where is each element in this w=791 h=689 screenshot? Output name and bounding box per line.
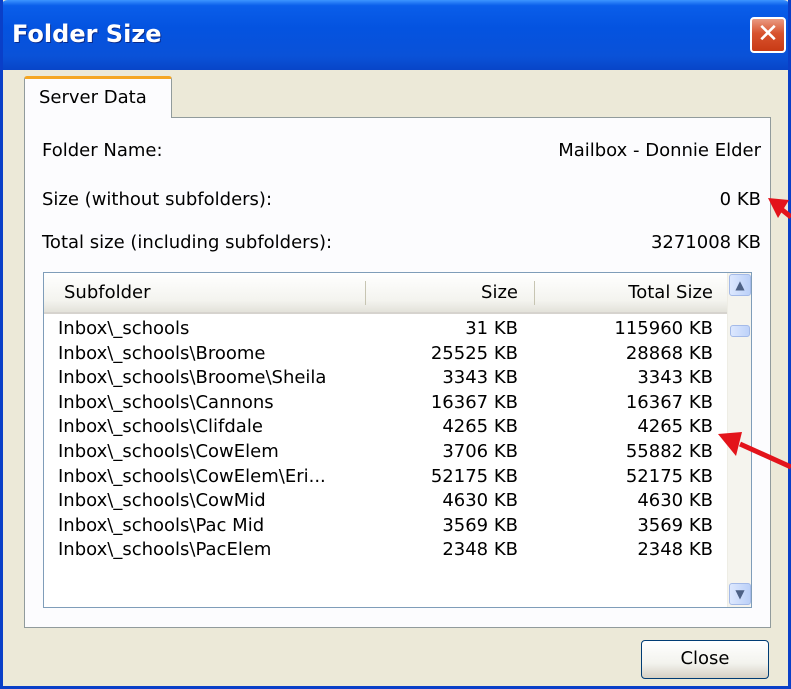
size-cell: 2348 KB bbox=[442, 539, 518, 561]
size-cell: 3706 KB bbox=[442, 440, 518, 462]
folder-name-label: Folder Name: bbox=[42, 140, 163, 161]
column-header-total-size[interactable]: Total Size bbox=[628, 273, 713, 312]
tab-server-data[interactable]: Server Data bbox=[24, 76, 172, 118]
table-row[interactable]: Inbox\_schools\Broome\Sheila 3343 KB 3343 … bbox=[44, 366, 727, 391]
subfolder-cell: Inbox\_schools\Cannons bbox=[58, 391, 274, 413]
table-row[interactable]: Inbox\_schools\CowElem\Eri... 52175 KB 521… bbox=[44, 465, 727, 490]
size-cell: 3569 KB bbox=[442, 514, 518, 536]
column-header-subfolder[interactable]: Subfolder bbox=[64, 273, 151, 312]
size-cell: 52175 KB bbox=[430, 465, 518, 487]
close-button[interactable]: Close bbox=[641, 640, 769, 679]
size-cell: 25525 KB bbox=[430, 342, 518, 364]
total-size-cell: 16367 KB bbox=[625, 391, 713, 413]
list-rows: Inbox\_schools 31 KB 115960 KB Inbox\_schoo… bbox=[44, 317, 727, 563]
size-cell: 4265 KB bbox=[442, 416, 518, 438]
size-cell: 16367 KB bbox=[430, 391, 518, 413]
subfolder-cell: Inbox\_schools\Broome\Sheila bbox=[58, 367, 327, 389]
subfolder-cell: Inbox\_schools\Broome bbox=[58, 342, 266, 364]
total-size-cell: 2348 KB bbox=[637, 539, 713, 561]
size-value: 0 KB bbox=[719, 189, 761, 210]
subfolder-cell: Inbox\_schools\CowElem\Eri... bbox=[58, 465, 326, 487]
subfolder-cell: Inbox\_schools\CowMid bbox=[58, 490, 266, 512]
table-row[interactable]: Inbox\_schools 31 KB 115960 KB bbox=[44, 317, 727, 342]
size-cell: 4630 KB bbox=[442, 490, 518, 512]
window-title: Folder Size bbox=[12, 20, 162, 48]
subfolder-cell: Inbox\_schools\PacElem bbox=[58, 539, 272, 561]
total-size-cell: 3343 KB bbox=[637, 367, 713, 389]
table-row[interactable]: Inbox\_schools\Pac Mid 3569 KB 3569 KB bbox=[44, 514, 727, 539]
column-divider[interactable] bbox=[534, 281, 535, 305]
size-label: Size (without subfolders): bbox=[42, 189, 273, 210]
total-size-cell: 4265 KB bbox=[637, 416, 713, 438]
total-size-cell: 3569 KB bbox=[637, 514, 713, 536]
subfolder-cell: Inbox\_schools bbox=[58, 318, 190, 339]
column-header-size[interactable]: Size bbox=[481, 273, 518, 312]
total-size-label: Total size (including subfolders): bbox=[42, 232, 333, 253]
folder-name-value: Mailbox - Donnie Elder bbox=[558, 140, 761, 161]
table-row[interactable]: Inbox\_schools\Clifdale 4265 KB 4265 KB bbox=[44, 415, 727, 440]
subfolder-list[interactable]: Subfolder Size Total Size Inbox\_schools… bbox=[43, 272, 752, 608]
subfolder-cell: Inbox\_schools\Clifdale bbox=[58, 416, 263, 438]
table-row[interactable]: Inbox\_schools\CowElem 3706 KB 55882 KB bbox=[44, 440, 727, 465]
total-size-cell: 115960 KB bbox=[614, 318, 713, 339]
total-size-cell: 52175 KB bbox=[625, 465, 713, 487]
title-bar[interactable]: Folder Size ✕ bbox=[3, 0, 788, 70]
column-divider[interactable] bbox=[365, 281, 366, 305]
table-row[interactable]: Inbox\_schools\Broome 25525 KB 28868 KB bbox=[44, 342, 727, 367]
table-row[interactable]: Inbox\_schools\Cannons 16367 KB 16367 KB bbox=[44, 391, 727, 416]
scroll-thumb[interactable] bbox=[730, 325, 750, 337]
total-size-cell: 55882 KB bbox=[625, 440, 713, 462]
vertical-scrollbar[interactable]: ▲ ▼ bbox=[727, 273, 751, 607]
size-cell: 31 KB bbox=[465, 318, 518, 339]
list-header: Subfolder Size Total Size bbox=[44, 273, 727, 314]
total-size-value: 3271008 KB bbox=[650, 232, 761, 253]
scroll-up-icon[interactable]: ▲ bbox=[729, 274, 751, 296]
table-row[interactable]: Inbox\_schools\PacElem 2348 KB 2348 KB bbox=[44, 538, 727, 563]
scroll-down-icon[interactable]: ▼ bbox=[729, 583, 751, 605]
close-window-icon[interactable]: ✕ bbox=[750, 17, 786, 53]
total-size-cell: 28868 KB bbox=[625, 342, 713, 364]
subfolder-cell: Inbox\_schools\CowElem bbox=[58, 440, 279, 462]
table-row[interactable]: Inbox\_schools\CowMid 4630 KB 4630 KB bbox=[44, 489, 727, 514]
subfolder-cell: Inbox\_schools\Pac Mid bbox=[58, 514, 265, 536]
total-size-cell: 4630 KB bbox=[637, 490, 713, 512]
size-cell: 3343 KB bbox=[442, 367, 518, 389]
